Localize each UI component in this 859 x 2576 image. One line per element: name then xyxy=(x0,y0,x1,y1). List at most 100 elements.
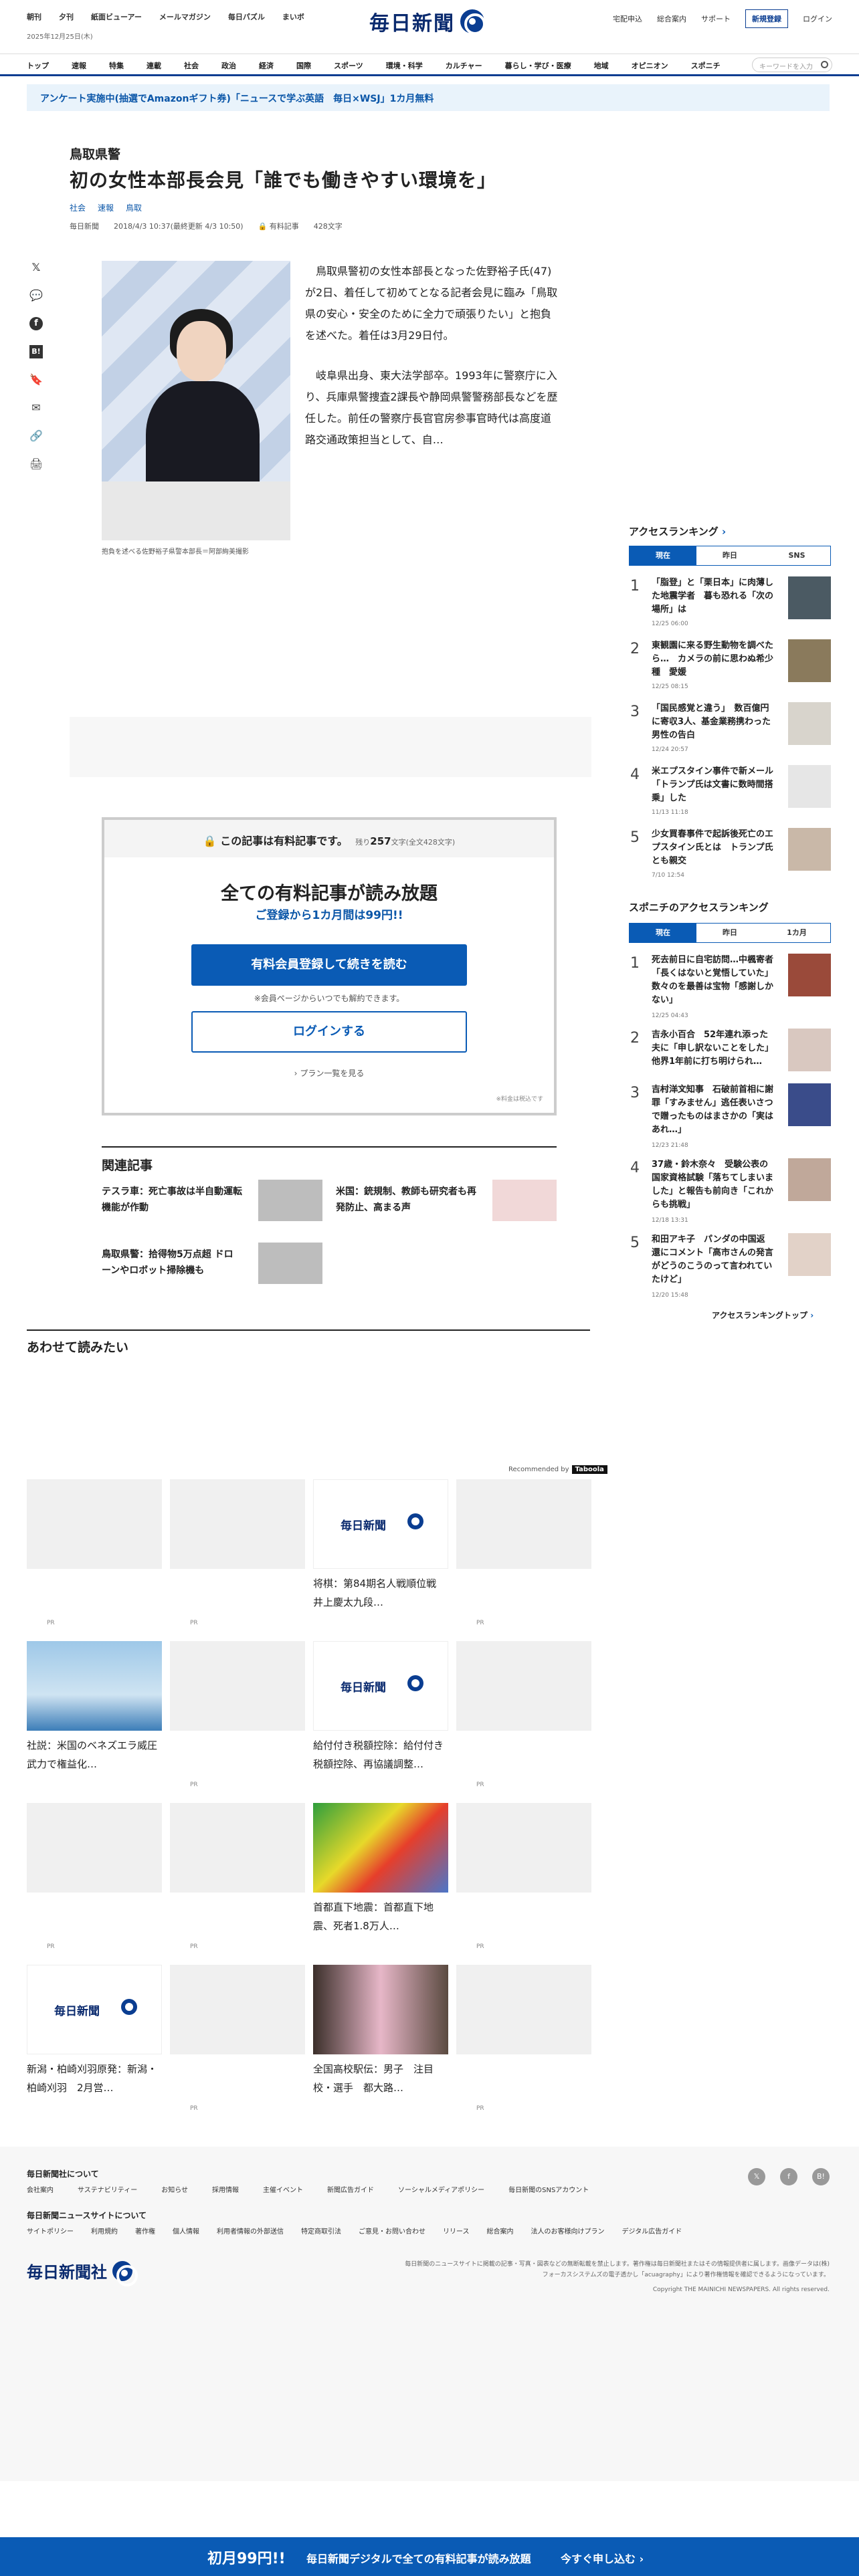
footer-link[interactable]: 個人情報 xyxy=(173,2226,199,2236)
footer-link[interactable]: 利用規約 xyxy=(91,2226,118,2236)
footer-link[interactable]: 法人のお客様向けプラン xyxy=(531,2226,605,2236)
footer-link[interactable]: サイトポリシー xyxy=(27,2226,74,2236)
nav-item-series[interactable]: 連載 xyxy=(147,60,161,71)
ranking-item[interactable]: 4 米エプスタイン事件で新メール「トランプ氏は文書に数時間搭乗」した 11/13 1… xyxy=(629,765,831,829)
recommend-card[interactable]: PR xyxy=(27,1803,162,1950)
util-link-mail[interactable]: メールマガジン xyxy=(159,11,211,22)
footer-link[interactable]: お知らせ xyxy=(161,2184,188,2194)
site-logo[interactable]: 毎日新聞 xyxy=(369,7,486,36)
login-link[interactable]: ログイン xyxy=(803,13,832,24)
search-input[interactable]: キーワードを入力 xyxy=(752,58,832,72)
tab-yesterday[interactable]: 昨日 xyxy=(696,924,763,942)
footer-link[interactable]: ソーシャルメディアポリシー xyxy=(398,2184,484,2194)
bookmark-icon[interactable]: 🔖 xyxy=(29,373,43,387)
ranking-item[interactable]: 1 死去前日に自宅訪問…中楓寄者「長くはないと覚悟していた」数々のを最善は宝物「感… xyxy=(629,954,831,1023)
footer-link[interactable]: 毎日新聞のSNSアカウント xyxy=(508,2184,589,2194)
sponichi-ranking-title[interactable]: スポニチのアクセスランキング xyxy=(629,900,769,914)
info-link[interactable]: 総合案内 xyxy=(657,13,686,24)
tag-breaking[interactable]: 速報 xyxy=(98,202,114,213)
ranking-item[interactable]: 1 「脂登」と「栗日本」に肉薄した地震学者 暮も恐れる「次の場所」は 12/25 0… xyxy=(629,576,831,641)
comment-icon[interactable]: 💬 xyxy=(29,289,43,302)
hatena-icon[interactable]: B! xyxy=(812,2168,830,2185)
recommend-card[interactable]: PR xyxy=(170,1965,305,2112)
related-item[interactable]: テスラ車：死亡事故は半自動運転機能が作動 xyxy=(102,1180,322,1222)
ranking-item[interactable]: 5 少女買春事件で起訴後死亡のエプスタイン氏とは トランプ氏とも親交 7/10 12… xyxy=(629,828,831,892)
print-icon[interactable]: 🖨 xyxy=(29,457,43,471)
nav-item-feature[interactable]: 特集 xyxy=(109,60,124,71)
nav-item-society[interactable]: 社会 xyxy=(184,60,199,71)
ranking-item[interactable]: 4 37歳・鈴木奈々 受験公表の国家資格試験「落ちてしまいました」と報告も前向き「… xyxy=(629,1158,831,1228)
related-item[interactable]: 鳥取県警：拾得物5万点超 ドローンやロボット掃除機も xyxy=(102,1243,322,1285)
nav-item-sports[interactable]: スポーツ xyxy=(334,60,363,71)
hatena-share-icon[interactable]: B! xyxy=(29,345,43,358)
util-link-evening[interactable]: 夕刊 xyxy=(59,11,74,22)
mail-icon[interactable]: ✉ xyxy=(29,401,43,415)
recommend-card[interactable]: PR xyxy=(170,1479,305,1626)
footer-link[interactable]: 採用情報 xyxy=(212,2184,239,2194)
tab-now[interactable]: 現在 xyxy=(630,546,696,565)
footer-link[interactable]: 利用者情報の外部送信 xyxy=(217,2226,284,2236)
ranking-item[interactable]: 3 吉村洋文知事 石破前首相に謝罪「すみません」逃任表いさつで贈ったものはまさかの… xyxy=(629,1083,831,1153)
ranking-more-link[interactable]: アクセスランキングトップ › xyxy=(712,1309,814,1321)
register-button[interactable]: 新規登録 xyxy=(745,9,788,28)
footer-link[interactable]: サステナビリティー xyxy=(78,2184,137,2194)
promo-banner[interactable]: アンケート実施中(抽選でAmazonギフト券)「ニュースで学ぶ英語 毎日×WSJ… xyxy=(27,84,830,111)
footer-link[interactable]: 総合案内 xyxy=(487,2226,514,2236)
util-link-maibo[interactable]: まいボ xyxy=(282,11,304,22)
recommend-card[interactable]: 社説：米国のベネズエラ威圧 武力で権益化… xyxy=(27,1641,167,1787)
nav-item-local[interactable]: 地域 xyxy=(594,60,609,71)
article-photo[interactable] xyxy=(102,261,290,540)
footer-link[interactable]: 会社案内 xyxy=(27,2184,54,2194)
tab-now[interactable]: 現在 xyxy=(630,924,696,942)
util-link-viewer[interactable]: 紙面ビューアー xyxy=(91,11,142,22)
recommend-card[interactable]: PR xyxy=(456,1479,591,1626)
recommend-card[interactable]: 毎日新聞 将棋：第84期名人戦順位戦 井上慶太九段… xyxy=(313,1479,448,1625)
nav-item-opinion[interactable]: オピニオン xyxy=(632,60,668,71)
subscribe-button[interactable]: 有料会員登録して続きを読む xyxy=(191,944,467,986)
subscribe-banner[interactable]: 初月99円!! 毎日新聞デジタルで全ての有料記事が読み放題 今すぐ申し込む › xyxy=(0,2537,859,2576)
tab-month[interactable]: 1カ月 xyxy=(763,924,830,942)
facebook-icon[interactable]: f xyxy=(780,2168,797,2185)
footer-link[interactable]: 特定商取引法 xyxy=(301,2226,341,2236)
tag-society[interactable]: 社会 xyxy=(70,202,86,213)
facebook-share-icon[interactable]: f xyxy=(29,317,43,330)
support-link[interactable]: サポート xyxy=(701,13,731,24)
recommend-card[interactable]: PR xyxy=(170,1803,305,1950)
footer-link[interactable]: デジタル広告ガイド xyxy=(622,2226,682,2236)
search-icon[interactable] xyxy=(821,61,828,68)
recommend-card[interactable]: 全国高校駅伝：男子 注目校・選手 都大路… xyxy=(313,1965,448,2111)
tag-tottori[interactable]: 鳥取 xyxy=(126,202,142,213)
recommend-card[interactable]: PR xyxy=(170,1641,305,1788)
footer-link[interactable]: 主催イベント xyxy=(263,2184,303,2194)
ranking-title[interactable]: アクセスランキング › xyxy=(629,524,726,538)
nav-item-top[interactable]: トップ xyxy=(27,60,49,71)
nav-item-culture[interactable]: カルチャー xyxy=(446,60,482,71)
footer-link[interactable]: 新聞広告ガイド xyxy=(327,2184,374,2194)
x-share-icon[interactable]: 𝕏 xyxy=(29,261,43,274)
recommend-card[interactable]: PR xyxy=(456,1965,591,2112)
ranking-item[interactable]: 5 和田アキ子 パンダの中国返還にコメント「高市さんの発言がどうのこうのって言われ… xyxy=(629,1233,831,1303)
delivery-link[interactable]: 宅配申込 xyxy=(613,13,642,24)
footer-logo[interactable]: 毎日新聞社 xyxy=(27,2259,138,2286)
link-copy-icon[interactable]: 🔗 xyxy=(29,429,43,443)
recommend-card[interactable]: PR xyxy=(456,1803,591,1950)
related-item[interactable]: 米国：銃規制、教師も研究者も再発防止、高まる声 xyxy=(336,1180,557,1222)
ranking-item[interactable]: 2 東観園に来る野生動物を調べたら… カメラの前に思わぬ希少種 愛媛 12/25 0… xyxy=(629,639,831,704)
x-icon[interactable]: 𝕏 xyxy=(748,2168,765,2185)
footer-link[interactable]: ご意見・お問い合わせ xyxy=(359,2226,425,2236)
nav-item-science[interactable]: 環境・科学 xyxy=(386,60,423,71)
tab-yesterday[interactable]: 昨日 xyxy=(696,546,763,565)
footer-link[interactable]: リリース xyxy=(443,2226,470,2236)
nav-item-sponichi[interactable]: スポニチ xyxy=(691,60,721,71)
nav-item-politics[interactable]: 政治 xyxy=(221,60,236,71)
nav-item-breaking[interactable]: 速報 xyxy=(72,60,86,71)
nav-item-economy[interactable]: 経済 xyxy=(259,60,274,71)
util-link-morning[interactable]: 朝刊 xyxy=(27,11,41,22)
recommend-card[interactable]: PR xyxy=(456,1641,591,1788)
footer-link[interactable]: 著作権 xyxy=(135,2226,155,2236)
recommend-card[interactable]: 毎日新聞 給付付き税額控除：給付付き税額控除、再協議調整… xyxy=(313,1641,448,1787)
plans-link[interactable]: › プラン一覧を見る xyxy=(104,1067,554,1079)
util-link-puzzle[interactable]: 毎日パズル xyxy=(228,11,265,22)
paywall-login-button[interactable]: ログインする xyxy=(191,1011,467,1053)
tab-sns[interactable]: SNS xyxy=(763,546,830,565)
